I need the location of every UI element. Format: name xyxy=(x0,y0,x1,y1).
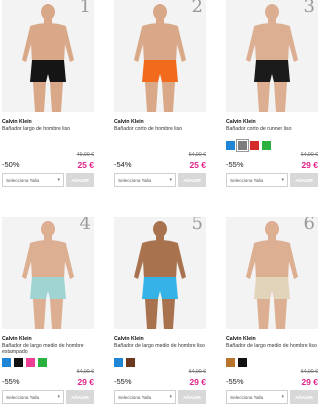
sale-price: 29 € xyxy=(77,377,94,387)
product-name[interactable]: Bañador corto de runner liso xyxy=(226,126,318,139)
color-swatch[interactable] xyxy=(26,358,35,367)
sale-price: 29 € xyxy=(301,377,318,387)
price-box: -55% 64,90 € 29 € xyxy=(2,369,94,387)
product-brand[interactable]: Calvin Klein xyxy=(226,119,318,125)
color-swatch[interactable] xyxy=(262,141,271,150)
discount-label: -54% xyxy=(114,160,132,169)
product-brand[interactable]: Calvin Klein xyxy=(226,336,318,342)
add-to-cart-button[interactable]: AÑADIR xyxy=(66,173,94,187)
product-card[interactable]: 3 Calvin Klein Bañador corto de runner l… xyxy=(226,0,318,187)
price-box: -55% 64,90 € 29 € xyxy=(226,369,318,387)
original-price: 49,90 € xyxy=(76,152,94,158)
rank-number: 4 xyxy=(79,217,91,234)
add-to-cart-button[interactable]: AÑADIR xyxy=(66,390,94,404)
rank-number: 3 xyxy=(303,0,315,17)
discount-label: -55% xyxy=(2,377,20,386)
product-photo[interactable]: 6 xyxy=(226,217,318,329)
rank-number: 5 xyxy=(191,217,203,234)
color-swatch[interactable] xyxy=(250,141,259,150)
sale-price: 29 € xyxy=(189,377,206,387)
color-swatches xyxy=(2,358,94,367)
product-brand[interactable]: Calvin Klein xyxy=(2,119,94,125)
price-box: -54% 54,90 € 25 € xyxy=(114,152,206,170)
price-box: -50% 49,90 € 25 € xyxy=(2,152,94,170)
discount-label: -55% xyxy=(114,377,132,386)
sale-price: 29 € xyxy=(301,160,318,170)
product-brand[interactable]: Calvin Klein xyxy=(114,119,206,125)
product-brand[interactable]: Calvin Klein xyxy=(2,336,94,342)
rank-number: 6 xyxy=(303,217,315,234)
color-swatch[interactable] xyxy=(226,141,235,150)
product-photo[interactable]: 3 xyxy=(226,0,318,112)
product-name[interactable]: Bañador corto de hombre liso xyxy=(114,126,206,139)
color-swatch[interactable] xyxy=(126,358,135,367)
product-grid: 1 Calvin Klein Bañador largo de hombre l… xyxy=(0,0,320,420)
chevron-down-icon: ▾ xyxy=(57,177,60,183)
product-photo[interactable]: 2 xyxy=(114,0,206,112)
color-swatches xyxy=(226,139,318,152)
size-select-placeholder: Selecciona Talla xyxy=(6,177,40,183)
product-card[interactable]: 6 Calvin Klein Bañador de largo medio de… xyxy=(226,217,318,404)
add-to-cart-button[interactable]: AÑADIR xyxy=(290,173,318,187)
size-select[interactable]: Selecciona Talla ▾ xyxy=(2,173,64,187)
rank-number: 2 xyxy=(191,0,203,17)
product-name[interactable]: Bañador largo de hombre liso xyxy=(2,126,94,139)
color-swatch[interactable] xyxy=(114,358,123,367)
original-price: 64,90 € xyxy=(76,369,94,375)
original-price: 64,90 € xyxy=(188,369,206,375)
price-box: -55% 64,90 € 29 € xyxy=(114,369,206,387)
chevron-down-icon: ▾ xyxy=(281,394,284,400)
size-select-placeholder: Selecciona Talla xyxy=(230,177,264,183)
product-card[interactable]: 5 Calvin Klein Bañador de largo medio de… xyxy=(114,217,206,404)
chevron-down-icon: ▾ xyxy=(281,177,284,183)
color-swatches xyxy=(114,358,206,367)
product-card[interactable]: 4 Calvin Klein Bañador de largo medio de… xyxy=(2,217,94,404)
size-select-placeholder: Selecciona Talla xyxy=(118,177,152,183)
color-swatches xyxy=(114,141,206,150)
product-brand[interactable]: Calvin Klein xyxy=(114,336,206,342)
color-swatch[interactable] xyxy=(236,139,249,152)
discount-label: -55% xyxy=(226,377,244,386)
color-swatch[interactable] xyxy=(226,358,235,367)
discount-label: -55% xyxy=(226,160,244,169)
sale-price: 25 € xyxy=(77,160,94,170)
color-swatches xyxy=(2,141,94,150)
product-name[interactable]: Bañador de largo medio de hombre liso xyxy=(226,343,318,356)
rank-number: 1 xyxy=(79,0,91,17)
chevron-down-icon: ▾ xyxy=(169,177,172,183)
color-swatch[interactable] xyxy=(38,358,47,367)
sale-price: 25 € xyxy=(189,160,206,170)
original-price: 54,90 € xyxy=(188,152,206,158)
product-card[interactable]: 1 Calvin Klein Bañador largo de hombre l… xyxy=(2,0,94,187)
color-swatch[interactable] xyxy=(2,358,11,367)
chevron-down-icon: ▾ xyxy=(57,394,60,400)
add-to-cart-button[interactable]: AÑADIR xyxy=(178,173,206,187)
size-select[interactable]: Selecciona Talla ▾ xyxy=(114,173,176,187)
original-price: 64,90 € xyxy=(300,152,318,158)
add-to-cart-button[interactable]: AÑADIR xyxy=(178,390,206,404)
color-swatch[interactable] xyxy=(238,358,247,367)
size-select-placeholder: Selecciona Talla xyxy=(6,394,40,400)
size-select[interactable]: Selecciona Talla ▾ xyxy=(226,173,288,187)
product-name[interactable]: Bañador de largo medio de hombre liso xyxy=(114,343,206,356)
price-box: -55% 64,90 € 29 € xyxy=(226,152,318,170)
chevron-down-icon: ▾ xyxy=(169,394,172,400)
size-select[interactable]: Selecciona Talla ▾ xyxy=(114,390,176,404)
size-select[interactable]: Selecciona Talla ▾ xyxy=(2,390,64,404)
size-select-placeholder: Selecciona Talla xyxy=(230,394,264,400)
size-select[interactable]: Selecciona Talla ▾ xyxy=(226,390,288,404)
product-photo[interactable]: 1 xyxy=(2,0,94,112)
product-photo[interactable]: 4 xyxy=(2,217,94,329)
product-photo[interactable]: 5 xyxy=(114,217,206,329)
product-name[interactable]: Bañador de largo medio de hombre estampa… xyxy=(2,343,94,356)
discount-label: -50% xyxy=(2,160,20,169)
product-card[interactable]: 2 Calvin Klein Bañador corto de hombre l… xyxy=(114,0,206,187)
color-swatch[interactable] xyxy=(14,358,23,367)
color-swatches xyxy=(226,358,318,367)
size-select-placeholder: Selecciona Talla xyxy=(118,394,152,400)
add-to-cart-button[interactable]: AÑADIR xyxy=(290,390,318,404)
original-price: 64,90 € xyxy=(300,369,318,375)
